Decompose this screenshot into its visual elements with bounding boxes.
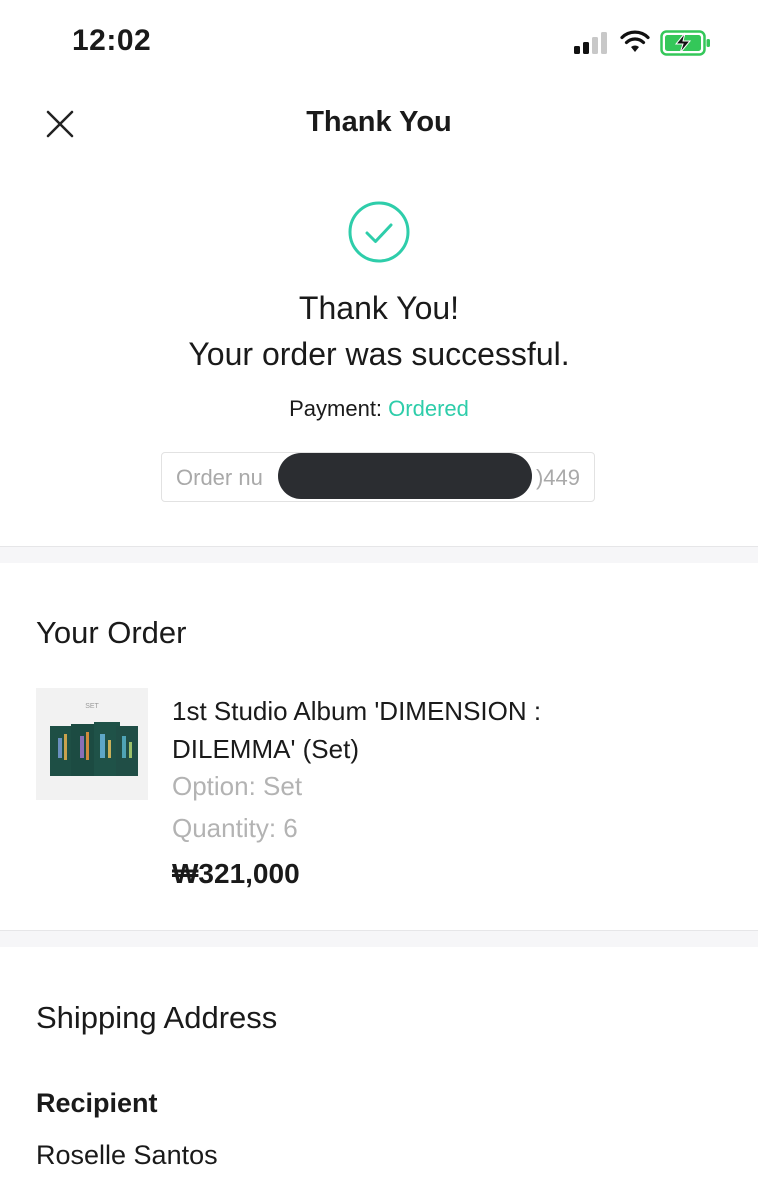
order-number-prefix: Order nu bbox=[176, 465, 263, 490]
redaction-bar bbox=[278, 453, 532, 499]
page-title: Thank You bbox=[306, 106, 452, 138]
check-circle-icon bbox=[348, 201, 410, 263]
thank-you-heading: Thank You! bbox=[298, 290, 460, 326]
order-success-section: Thank You! Your order was successful. Pa… bbox=[0, 162, 758, 546]
product-option: Option: Set bbox=[172, 771, 303, 801]
your-order-title: Your Order bbox=[36, 615, 187, 650]
album-set-image: SET bbox=[50, 703, 138, 776]
section-divider bbox=[0, 930, 758, 947]
product-quantity: Quantity: 6 bbox=[172, 813, 298, 843]
product-thumbnail[interactable]: SET bbox=[36, 688, 148, 800]
signal-icon bbox=[574, 32, 607, 54]
order-number-field: Order nu )449 bbox=[161, 452, 595, 502]
order-number-suffix: )449 bbox=[535, 465, 580, 490]
payment-label: Payment: bbox=[289, 396, 383, 421]
product-name[interactable]: 1st Studio Album 'DIMENSION : DILEMMA' (… bbox=[172, 692, 612, 768]
nav-bar: Thank You bbox=[0, 86, 758, 162]
thumb-label: SET bbox=[85, 703, 99, 710]
payment-status-line: Payment: Ordered bbox=[0, 396, 758, 422]
section-divider bbox=[0, 546, 758, 563]
wifi-icon bbox=[620, 30, 650, 52]
battery-charging-icon bbox=[660, 30, 710, 56]
shipping-address-title: Shipping Address bbox=[36, 1000, 278, 1035]
product-price: ₩321,000 bbox=[172, 858, 300, 889]
recipient-name: Roselle Santos bbox=[36, 1140, 218, 1170]
recipient-label: Recipient bbox=[36, 1088, 158, 1118]
payment-status: Ordered bbox=[388, 396, 469, 421]
order-success-message: Your order was successful. bbox=[188, 336, 570, 372]
status-time: 12:02 bbox=[72, 24, 152, 57]
status-bar: 12:02 bbox=[0, 0, 758, 86]
